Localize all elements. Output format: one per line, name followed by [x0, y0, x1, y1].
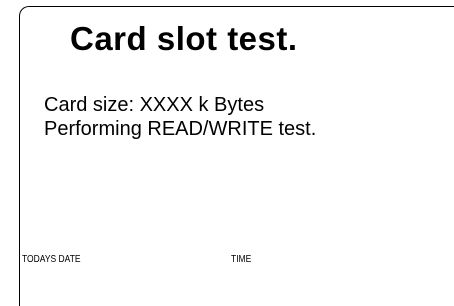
page-title: Card slot test. — [70, 20, 298, 57]
test-status-text: Performing READ/WRITE test. — [44, 118, 317, 140]
status-info: Card size: XXXX k Bytes Performing READ/… — [44, 93, 316, 141]
time-label: TIME — [231, 254, 252, 265]
test-screen-panel: Card slot test. Card size: XXXX k Bytes … — [19, 6, 454, 306]
todays-date-label: TODAYS DATE — [22, 254, 81, 265]
card-size-text: Card size: XXXX k Bytes — [44, 94, 265, 116]
